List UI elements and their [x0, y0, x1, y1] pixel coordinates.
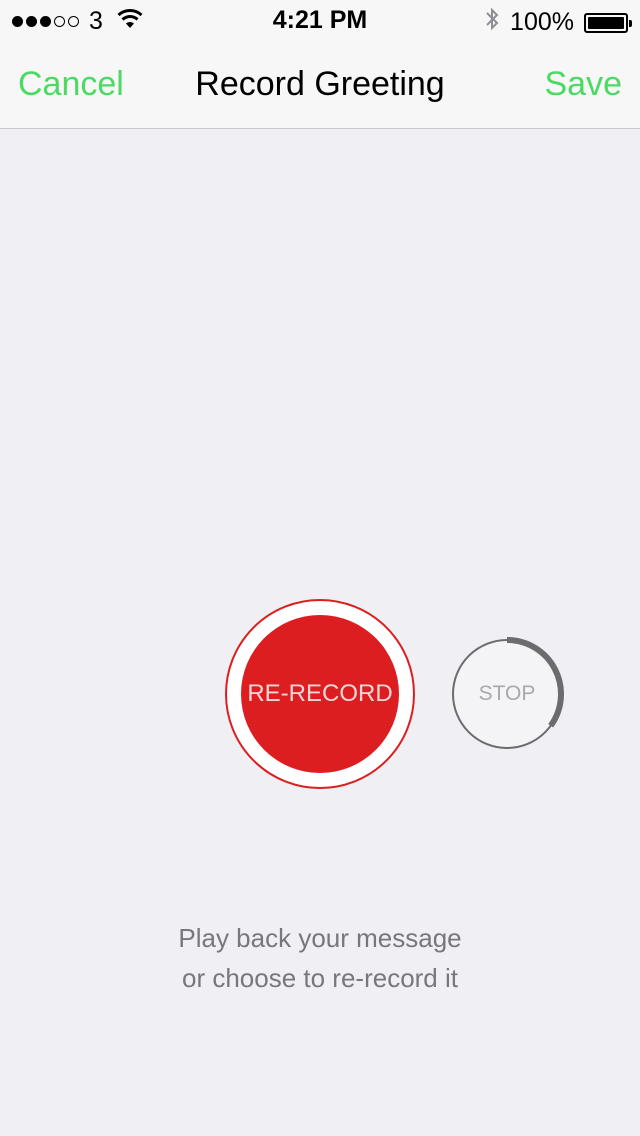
instruction-text: Play back your message or choose to re-r… — [0, 918, 640, 998]
battery-level — [588, 16, 624, 29]
stop-label: STOP — [478, 682, 536, 705]
instruction-line-2: or choose to re-record it — [181, 963, 458, 993]
instruction-line-1: Play back your message — [178, 923, 462, 953]
stop-button[interactable]: STOP — [450, 637, 564, 751]
bluetooth-icon — [484, 7, 500, 38]
battery-icon — [584, 12, 632, 33]
status-bar: 3 4:21 PM 100% — [0, 0, 640, 40]
navigation-bar: Cancel Record Greeting Save — [0, 40, 640, 129]
battery-percent: 100% — [510, 8, 574, 36]
re-record-button[interactable]: RE-RECORD — [225, 599, 415, 789]
save-button[interactable]: Save — [545, 65, 623, 104]
re-record-label: RE-RECORD — [241, 615, 399, 773]
status-right: 100% — [484, 7, 632, 38]
